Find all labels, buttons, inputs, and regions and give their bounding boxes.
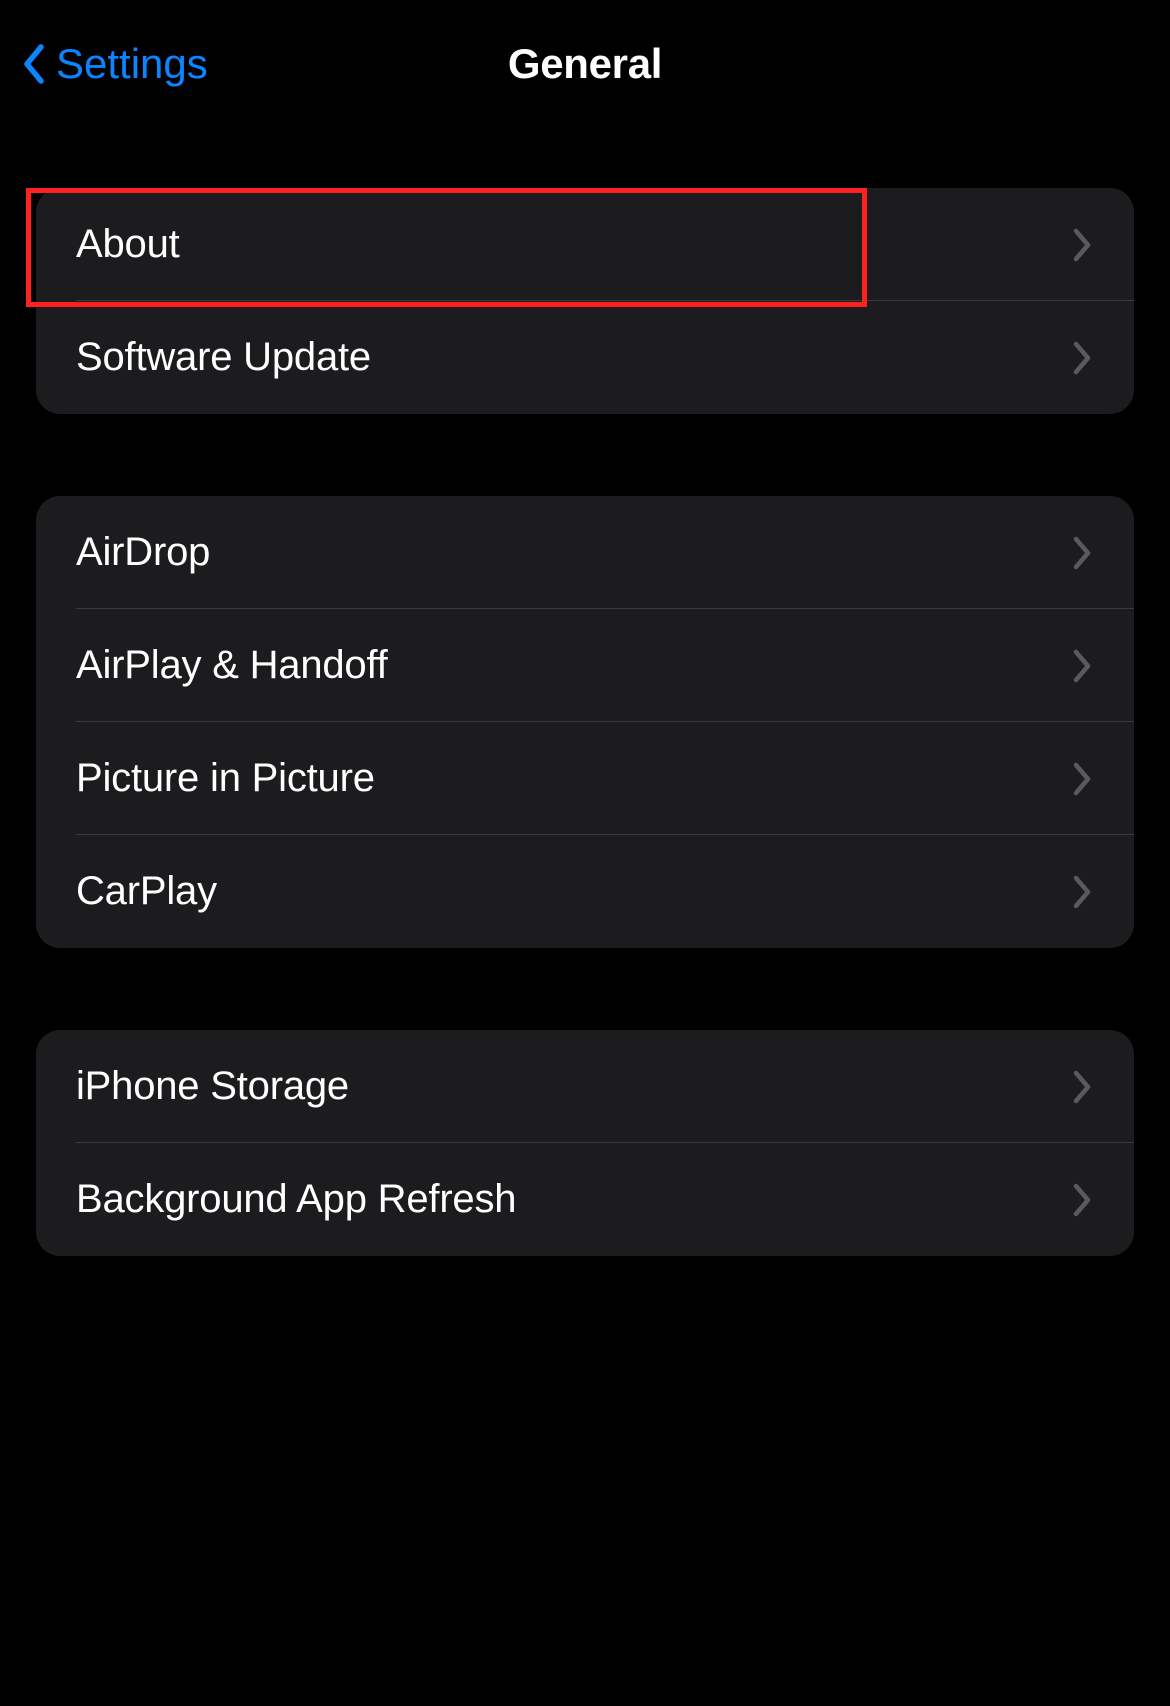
row-carplay[interactable]: CarPlay: [36, 835, 1134, 948]
chevron-right-icon: [1068, 759, 1098, 799]
row-about[interactable]: About: [36, 188, 1134, 301]
back-label: Settings: [56, 40, 208, 88]
row-iphone-storage[interactable]: iPhone Storage: [36, 1030, 1134, 1143]
chevron-left-icon: [20, 42, 48, 86]
row-label: Picture in Picture: [76, 756, 375, 801]
row-label: Software Update: [76, 335, 371, 380]
page-title: General: [508, 40, 662, 88]
content: About Software Update AirDrop AirPlay & …: [0, 128, 1170, 1256]
chevron-right-icon: [1068, 338, 1098, 378]
settings-group-2: AirDrop AirPlay & Handoff Picture in Pic…: [36, 496, 1134, 948]
row-label: Background App Refresh: [76, 1177, 516, 1222]
row-airdrop[interactable]: AirDrop: [36, 496, 1134, 609]
nav-bar: Settings General: [0, 0, 1170, 128]
row-picture-in-picture[interactable]: Picture in Picture: [36, 722, 1134, 835]
settings-group-1: About Software Update: [36, 188, 1134, 414]
row-software-update[interactable]: Software Update: [36, 301, 1134, 414]
chevron-right-icon: [1068, 1180, 1098, 1220]
row-label: CarPlay: [76, 869, 217, 914]
row-label: AirDrop: [76, 530, 210, 575]
row-label: iPhone Storage: [76, 1064, 349, 1109]
chevron-right-icon: [1068, 872, 1098, 912]
row-airplay-handoff[interactable]: AirPlay & Handoff: [36, 609, 1134, 722]
row-label: AirPlay & Handoff: [76, 643, 388, 688]
chevron-right-icon: [1068, 1067, 1098, 1107]
row-label: About: [76, 222, 180, 267]
row-background-app-refresh[interactable]: Background App Refresh: [36, 1143, 1134, 1256]
back-button[interactable]: Settings: [20, 40, 208, 88]
chevron-right-icon: [1068, 646, 1098, 686]
settings-group-3: iPhone Storage Background App Refresh: [36, 1030, 1134, 1256]
chevron-right-icon: [1068, 225, 1098, 265]
chevron-right-icon: [1068, 533, 1098, 573]
